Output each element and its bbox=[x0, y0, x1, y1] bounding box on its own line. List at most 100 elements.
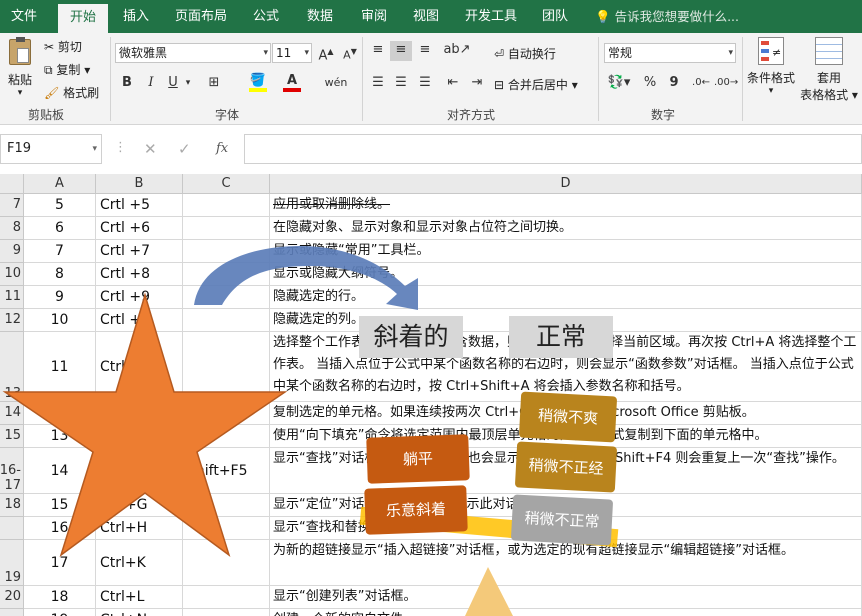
underline-button[interactable]: U bbox=[164, 74, 182, 94]
align-left-icon[interactable]: ☰ bbox=[366, 74, 390, 94]
group-divider bbox=[598, 37, 599, 121]
cut-button[interactable]: ✂ 剪切 bbox=[44, 38, 82, 55]
drag-handle-icon[interactable]: ⋮ bbox=[114, 140, 127, 155]
font-name-dropdown[interactable]: 微软雅黑 ▾ bbox=[115, 43, 271, 63]
italic-button[interactable]: I bbox=[142, 74, 160, 94]
curved-arrow-shape[interactable] bbox=[194, 246, 418, 310]
align-bottom-icon[interactable]: ≡ bbox=[414, 41, 436, 61]
tab-review[interactable]: 审阅 bbox=[352, 0, 396, 33]
decrease-decimal-icon[interactable]: .00→ bbox=[714, 74, 738, 94]
format-painter-label: 格式刷 bbox=[63, 86, 100, 100]
increase-decimal-icon[interactable]: .0← bbox=[690, 74, 712, 94]
copy-label: 复制 bbox=[56, 63, 81, 77]
cancel-icon[interactable]: ✕ bbox=[144, 140, 157, 158]
tab-file[interactable]: 文件 bbox=[0, 0, 48, 33]
balance-fulcrum-shape[interactable] bbox=[465, 567, 513, 616]
chevron-down-icon: ▾ bbox=[304, 48, 309, 58]
left-box-1[interactable]: 躺平 bbox=[366, 434, 470, 484]
decrease-indent-icon[interactable]: ⇤ bbox=[442, 74, 464, 94]
orientation-icon[interactable]: ab↗ bbox=[442, 41, 472, 61]
scissors-icon: ✂ bbox=[44, 40, 55, 54]
align-right-icon[interactable]: ☰ bbox=[414, 74, 436, 94]
tell-me-box[interactable]: 💡 告诉我您想要做什么... bbox=[595, 0, 739, 33]
merge-center-label: 合并后居中 bbox=[507, 78, 568, 92]
alignment-group-label: 对齐方式 bbox=[447, 108, 496, 122]
clipboard-icon bbox=[9, 37, 31, 65]
paste-button[interactable]: 粘贴 ▾ bbox=[6, 37, 34, 98]
right-box-2[interactable]: 稍微不正经 bbox=[514, 441, 618, 493]
ribbon-tab-bar: 文件 开始 插入 页面布局 公式 数据 审阅 视图 开发工具 团队 💡 告诉我您… bbox=[0, 0, 862, 33]
chevron-down-icon: ▾ bbox=[263, 48, 268, 58]
percent-button[interactable]: % bbox=[640, 74, 660, 94]
right-box-3[interactable]: 稍微不正常 bbox=[510, 494, 614, 546]
right-box-1[interactable]: 稍微不爽 bbox=[518, 391, 618, 443]
chevron-down-icon: ▾ bbox=[92, 144, 97, 154]
formula-input[interactable] bbox=[244, 134, 862, 164]
insert-function-icon[interactable]: fx bbox=[216, 141, 228, 156]
increase-font-icon[interactable]: A▲ bbox=[316, 43, 336, 63]
decrease-font-icon[interactable]: A▼ bbox=[340, 43, 360, 63]
conditional-format-label: 条件格式 bbox=[746, 71, 795, 85]
align-top-icon[interactable]: ≡ bbox=[366, 41, 390, 61]
chevron-down-icon: ▾ bbox=[768, 86, 774, 96]
merge-center-button[interactable]: ⊟ 合并后居中 ▾ bbox=[494, 76, 578, 93]
number-format-dropdown[interactable]: 常规 ▾ bbox=[604, 43, 736, 63]
name-box[interactable]: F19 ▾ bbox=[0, 134, 102, 164]
tab-data[interactable]: 数据 bbox=[298, 0, 342, 33]
wrap-icon: ⏎ bbox=[494, 47, 505, 61]
phonetic-icon[interactable]: wén bbox=[322, 74, 350, 94]
tab-page-layout[interactable]: 页面布局 bbox=[168, 0, 234, 33]
tab-team[interactable]: 团队 bbox=[532, 0, 578, 33]
font-size-dropdown[interactable]: 11 ▾ bbox=[272, 43, 312, 63]
tab-home[interactable]: 开始 bbox=[58, 4, 108, 33]
format-as-table-button[interactable]: 套用 表格格式 ▾ bbox=[798, 37, 860, 103]
copy-button[interactable]: ⧉ 复制 ▾ bbox=[44, 61, 90, 78]
font-name-value: 微软雅黑 bbox=[119, 46, 168, 60]
group-divider bbox=[110, 37, 111, 121]
chevron-down-icon: ▾ bbox=[728, 48, 733, 58]
tab-formulas[interactable]: 公式 bbox=[244, 0, 288, 33]
group-divider bbox=[742, 37, 743, 121]
enter-icon[interactable]: ✓ bbox=[178, 140, 191, 158]
currency-icon[interactable]: 💱▾ bbox=[604, 74, 634, 94]
font-group-label: 字体 bbox=[215, 108, 240, 122]
left-box-2[interactable]: 乐意斜着 bbox=[364, 485, 468, 535]
format-painter-button[interactable]: 🖌 格式刷 bbox=[44, 84, 99, 101]
tab-developer[interactable]: 开发工具 bbox=[458, 0, 524, 33]
tab-view[interactable]: 视图 bbox=[404, 0, 448, 33]
tab-insert[interactable]: 插入 bbox=[114, 0, 158, 33]
left-title-box[interactable]: 斜着的 bbox=[359, 316, 463, 358]
wrap-text-button[interactable]: ⏎ 自动换行 bbox=[494, 45, 556, 62]
wrap-text-label: 自动换行 bbox=[507, 47, 556, 61]
clipboard-group-label: 剪贴板 bbox=[28, 108, 65, 122]
tell-me-text: 告诉我您想要做什么... bbox=[614, 9, 739, 24]
group-divider bbox=[362, 37, 363, 121]
ribbon: 粘贴 ▾ ✂ 剪切 ⧉ 复制 ▾ 🖌 格式刷 剪贴板 微软雅黑 ▾ 11 ▾ A▲ … bbox=[0, 33, 862, 125]
cut-label: 剪切 bbox=[57, 40, 82, 54]
right-title-box[interactable]: 正常 bbox=[509, 316, 613, 358]
name-box-value: F19 bbox=[7, 141, 32, 156]
font-size-value: 11 bbox=[276, 46, 292, 60]
comma-button[interactable]: 9 bbox=[664, 74, 684, 94]
formula-bar: F19 ▾ ⋮ ✕ ✓ fx bbox=[0, 134, 862, 168]
align-center-icon[interactable]: ☰ bbox=[390, 74, 412, 94]
copy-icon: ⧉ bbox=[44, 63, 53, 77]
fill-color-icon[interactable]: 🪣 bbox=[246, 74, 270, 94]
table-format-icon bbox=[815, 37, 843, 65]
align-middle-icon[interactable]: ≡ bbox=[390, 41, 412, 61]
chevron-down-icon: ▾ bbox=[17, 88, 23, 98]
chevron-down-icon[interactable]: ▾ bbox=[183, 74, 193, 94]
increase-indent-icon[interactable]: ⇥ bbox=[466, 74, 488, 94]
spreadsheet-grid: A B C D 7 5 Crtl +5 应用或取消删除线。 8 6 Crtl +6 在隐藏对象… bbox=[0, 174, 862, 616]
lightbulb-icon: 💡 bbox=[595, 9, 611, 24]
conditional-format-button[interactable]: ≠ 条件格式 ▾ bbox=[746, 37, 796, 96]
star-shape[interactable] bbox=[2, 292, 288, 557]
number-format-value: 常规 bbox=[608, 46, 633, 60]
table-format-label2: 表格格式 ▾ bbox=[800, 88, 858, 102]
font-color-icon[interactable]: A bbox=[280, 74, 304, 94]
merge-icon: ⊟ bbox=[494, 78, 505, 92]
paste-label: 粘贴 bbox=[7, 73, 32, 87]
brush-icon: 🖌 bbox=[44, 86, 60, 100]
bold-button[interactable]: B bbox=[118, 74, 136, 94]
border-icon[interactable]: ⊞ bbox=[202, 74, 226, 94]
